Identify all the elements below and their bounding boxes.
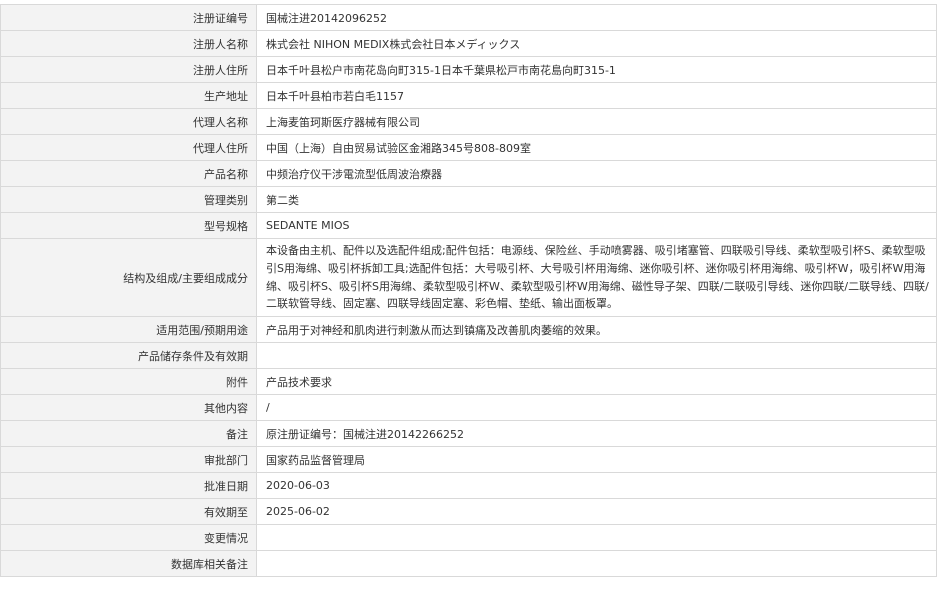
field-label: 结构及组成/主要组成成分: [0, 238, 257, 317]
table-row: 代理人住所 中国（上海）自由贸易试验区金湘路345号808-809室: [0, 134, 937, 161]
table-row: 型号规格 SEDANTE MIOS: [0, 212, 937, 239]
field-value: 原注册证编号：国械注进20142266252: [256, 420, 937, 447]
field-value: 日本千叶县松户市南花岛向町315-1日本千葉県松戸市南花島向町315-1: [256, 56, 937, 83]
field-value: 国家药品监督管理局: [256, 446, 937, 473]
table-row: 生产地址 日本千叶县柏市若白毛1157: [0, 82, 937, 109]
table-row: 审批部门 国家药品监督管理局: [0, 446, 937, 473]
field-label: 注册人名称: [0, 30, 257, 57]
table-row: 产品名称 中频治疗仪干涉電流型低周波治療器: [0, 160, 937, 187]
field-value: 2020-06-03: [256, 472, 937, 499]
field-value: 第二类: [256, 186, 937, 213]
field-label: 注册人住所: [0, 56, 257, 83]
field-label: 产品名称: [0, 160, 257, 187]
table-row: 注册人名称 株式会社 NIHON MEDIX株式会社日本メディックス: [0, 30, 937, 57]
field-label: 产品储存条件及有效期: [0, 342, 257, 369]
field-value: [256, 550, 937, 577]
field-value: 上海麦笛珂斯医疗器械有限公司: [256, 108, 937, 135]
field-value: [256, 524, 937, 551]
field-label: 适用范围/预期用途: [0, 316, 257, 343]
field-value: 本设备由主机、配件以及选配件组成;配件包括：电源线、保险丝、手动喷雾器、吸引堵塞…: [256, 238, 937, 317]
field-value: SEDANTE MIOS: [256, 212, 937, 239]
table-row: 注册证编号 国械注进20142096252: [0, 4, 937, 31]
field-label: 附件: [0, 368, 257, 395]
field-label: 注册证编号: [0, 4, 257, 31]
field-label: 审批部门: [0, 446, 257, 473]
field-value: 2025-06-02: [256, 498, 937, 525]
table-row: 适用范围/预期用途 产品用于对神经和肌肉进行刺激从而达到镇痛及改善肌肉萎缩的效果…: [0, 316, 937, 343]
field-label: 数据库相关备注: [0, 550, 257, 577]
field-value: 株式会社 NIHON MEDIX株式会社日本メディックス: [256, 30, 937, 57]
field-value: 中频治疗仪干涉電流型低周波治療器: [256, 160, 937, 187]
table-row: 批准日期 2020-06-03: [0, 472, 937, 499]
field-label: 其他内容: [0, 394, 257, 421]
field-label: 生产地址: [0, 82, 257, 109]
field-label: 备注: [0, 420, 257, 447]
table-row: 备注 原注册证编号：国械注进20142266252: [0, 420, 937, 447]
registration-table: 注册证编号 国械注进20142096252 注册人名称 株式会社 NIHON M…: [0, 4, 937, 577]
table-row: 管理类别 第二类: [0, 186, 937, 213]
field-label: 代理人住所: [0, 134, 257, 161]
field-value: 产品用于对神经和肌肉进行刺激从而达到镇痛及改善肌肉萎缩的效果。: [256, 316, 937, 343]
field-value: 中国（上海）自由贸易试验区金湘路345号808-809室: [256, 134, 937, 161]
field-label: 管理类别: [0, 186, 257, 213]
table-row: 变更情况: [0, 524, 937, 551]
table-row: 产品储存条件及有效期: [0, 342, 937, 369]
field-label: 批准日期: [0, 472, 257, 499]
field-value: 日本千叶县柏市若白毛1157: [256, 82, 937, 109]
table-row: 代理人名称 上海麦笛珂斯医疗器械有限公司: [0, 108, 937, 135]
field-value: [256, 342, 937, 369]
table-row: 数据库相关备注: [0, 550, 937, 577]
field-value: /: [256, 394, 937, 421]
field-label: 代理人名称: [0, 108, 257, 135]
table-row: 附件 产品技术要求: [0, 368, 937, 395]
field-label: 型号规格: [0, 212, 257, 239]
table-row: 注册人住所 日本千叶县松户市南花岛向町315-1日本千葉県松戸市南花島向町315…: [0, 56, 937, 83]
field-label: 变更情况: [0, 524, 257, 551]
table-row: 有效期至 2025-06-02: [0, 498, 937, 525]
field-value: 国械注进20142096252: [256, 4, 937, 31]
field-label: 有效期至: [0, 498, 257, 525]
field-value: 产品技术要求: [256, 368, 937, 395]
table-row: 其他内容 /: [0, 394, 937, 421]
table-row: 结构及组成/主要组成成分 本设备由主机、配件以及选配件组成;配件包括：电源线、保…: [0, 238, 937, 317]
